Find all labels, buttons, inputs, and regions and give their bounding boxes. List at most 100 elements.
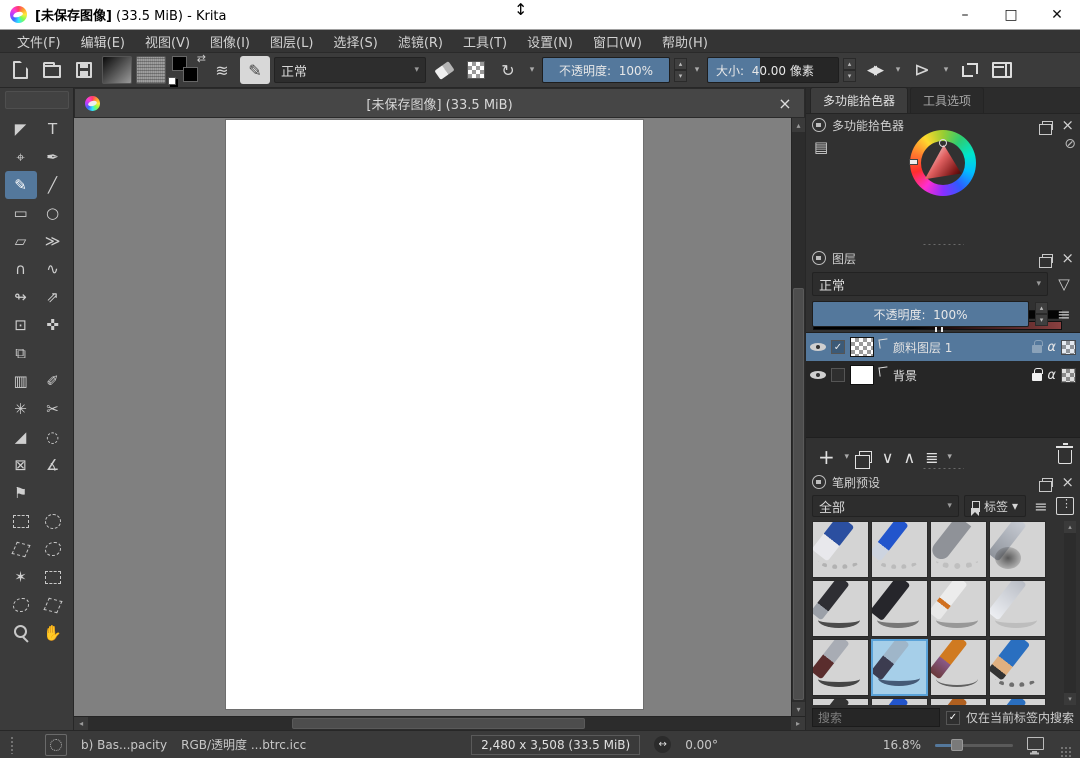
close-button[interactable]: ✕ bbox=[1034, 0, 1080, 29]
zoom-tool[interactable] bbox=[5, 619, 37, 647]
layer-row-background[interactable]: 背景 α bbox=[806, 361, 1080, 389]
ellipse-tool[interactable]: ○ bbox=[37, 199, 69, 227]
opacity-slider[interactable]: 不透明度: 100% bbox=[542, 57, 670, 83]
tab-advanced-color-selector[interactable]: 多功能拾色器 bbox=[810, 87, 908, 113]
spin-up-icon[interactable]: ▴ bbox=[674, 58, 687, 70]
add-layer-button[interactable]: + bbox=[814, 444, 839, 470]
presets-docker-header[interactable]: 笔刷预设 × bbox=[806, 471, 1080, 493]
layers-menu-icon[interactable]: ≡ bbox=[1054, 305, 1074, 324]
brush-preset-thumbnail[interactable] bbox=[989, 521, 1046, 578]
layer-checkbox[interactable]: ✓ bbox=[831, 340, 845, 354]
saturation-value-triangle[interactable] bbox=[924, 144, 962, 180]
spin-up-icon[interactable]: ▴ bbox=[843, 58, 856, 70]
layer-filter-icon[interactable]: ▽ bbox=[1054, 275, 1074, 293]
menu-item-layer[interactable]: 图层(L) bbox=[261, 30, 322, 53]
bezier-curve-tool[interactable]: ∩ bbox=[5, 255, 37, 283]
mirror-stroke-button[interactable]: ⊳ bbox=[908, 56, 936, 84]
polygon-select-tool[interactable] bbox=[5, 535, 37, 563]
layer-thumbnail[interactable] bbox=[850, 337, 874, 357]
image-dimensions[interactable]: 2,480 x 3,508 (33.5 MiB) bbox=[471, 735, 640, 755]
move-tool[interactable]: ✜ bbox=[37, 311, 69, 339]
canvas-viewport[interactable] bbox=[74, 118, 791, 716]
color-sampler-tool[interactable]: ✐ bbox=[37, 367, 69, 395]
duplicate-layer-button[interactable] bbox=[855, 444, 876, 470]
search-tag-checkbox[interactable]: ✓ bbox=[946, 711, 960, 725]
freehand-brush-tool[interactable]: ✎ bbox=[5, 171, 37, 199]
canvas-rotation-icon[interactable]: ↔ bbox=[654, 736, 671, 753]
gradient-tool[interactable]: ▥ bbox=[5, 367, 37, 395]
reload-dropdown-caret[interactable]: ▾ bbox=[526, 65, 538, 75]
pattern-edit-tool[interactable]: ✳ bbox=[5, 395, 37, 423]
opacity-dropdown-caret[interactable]: ▾ bbox=[691, 65, 703, 75]
brush-option-slider-button[interactable]: ≋ bbox=[208, 56, 236, 84]
layer-blending-dropdown[interactable]: 正常 ▾ bbox=[812, 272, 1048, 296]
visibility-eye-icon[interactable] bbox=[810, 368, 826, 382]
freehand-select-tool[interactable] bbox=[37, 535, 69, 563]
presets-menu-icon[interactable]: ≡ bbox=[1031, 497, 1051, 516]
layer-opacity-spinner[interactable]: ▴▾ bbox=[1035, 302, 1048, 326]
lock-icon[interactable] bbox=[1032, 373, 1042, 381]
scroll-up-button[interactable]: ▴ bbox=[1064, 521, 1076, 533]
horizontal-scrollbar-thumb[interactable] bbox=[292, 718, 585, 729]
layer-name[interactable]: 颜料图层 1 bbox=[893, 339, 1027, 356]
eraser-mode-button[interactable] bbox=[430, 56, 458, 84]
polygon-tool[interactable]: ▱ bbox=[5, 227, 37, 255]
vertical-scrollbar[interactable]: ▴ ▾ bbox=[791, 118, 805, 716]
menu-item-window[interactable]: 窗口(W) bbox=[584, 30, 651, 53]
line-tool[interactable]: ╱ bbox=[37, 171, 69, 199]
hue-ring[interactable] bbox=[910, 130, 976, 196]
inherit-alpha-icon[interactable] bbox=[1061, 340, 1076, 355]
visibility-eye-icon[interactable] bbox=[810, 340, 826, 354]
statusbar-grip[interactable] bbox=[10, 736, 15, 754]
menu-item-edit[interactable]: 编辑(E) bbox=[72, 30, 134, 53]
reference-images-tool[interactable]: ⚑ bbox=[5, 479, 37, 507]
spin-down-icon[interactable]: ▾ bbox=[1035, 314, 1048, 326]
brush-preset-thumbnail[interactable] bbox=[871, 521, 928, 578]
canvas-rotation-value[interactable]: 0.00° bbox=[685, 738, 718, 752]
transform-tool[interactable]: ⊡ bbox=[5, 311, 37, 339]
crop-tool[interactable]: ⧉ bbox=[5, 339, 37, 367]
selector-settings-icon[interactable]: ▤ bbox=[814, 138, 828, 156]
menu-item-tools[interactable]: 工具(T) bbox=[454, 30, 516, 53]
vertical-scrollbar-thumb[interactable] bbox=[793, 288, 804, 700]
brush-preset-thumbnail[interactable] bbox=[930, 639, 987, 696]
similar-color-select-tool[interactable] bbox=[37, 563, 69, 591]
brush-preset-thumbnail-selected[interactable] bbox=[871, 639, 928, 696]
move-layer-down-button[interactable]: ∨ bbox=[878, 444, 898, 470]
tab-tool-options[interactable]: 工具选项 bbox=[910, 87, 984, 113]
assistants-tool[interactable]: ⊠ bbox=[5, 451, 37, 479]
preset-filter-dropdown[interactable]: 全部 ▾ bbox=[812, 495, 959, 517]
minimize-button[interactable]: – bbox=[942, 0, 988, 29]
gamut-mask-off-icon[interactable]: ⊘ bbox=[1064, 136, 1076, 152]
brush-preset-thumbnail[interactable] bbox=[930, 521, 987, 578]
new-document-button[interactable] bbox=[6, 56, 34, 84]
alpha-lock-icon[interactable]: α bbox=[1047, 368, 1056, 383]
layer-checkbox[interactable] bbox=[831, 368, 845, 382]
measure-tool[interactable]: ∡ bbox=[37, 451, 69, 479]
reload-preset-button[interactable]: ↻ bbox=[494, 56, 522, 84]
ellipse-select-tool[interactable] bbox=[37, 507, 69, 535]
mirror-canvas-button[interactable]: ◀▶ bbox=[860, 56, 888, 84]
rect-select-tool[interactable] bbox=[5, 507, 37, 535]
multibrush-tool[interactable]: ⇗ bbox=[37, 283, 69, 311]
opacity-spinner[interactable]: ▴▾ bbox=[674, 58, 687, 82]
scroll-up-button[interactable]: ▴ bbox=[792, 118, 805, 132]
brush-preset-thumbnail[interactable] bbox=[989, 639, 1046, 696]
select-shapes-tool[interactable]: ◤ bbox=[5, 115, 37, 143]
scroll-down-button[interactable]: ▾ bbox=[1064, 693, 1076, 705]
brush-preset-thumbnail[interactable] bbox=[930, 580, 987, 637]
preserve-alpha-button[interactable] bbox=[462, 56, 490, 84]
gradient-chooser-button[interactable] bbox=[102, 56, 132, 84]
polyline-tool[interactable]: ≫ bbox=[37, 227, 69, 255]
contiguous-select-tool[interactable]: ✶ bbox=[5, 563, 37, 591]
brush-preset-thumbnail[interactable] bbox=[989, 580, 1046, 637]
close-docker-icon[interactable]: × bbox=[1061, 251, 1074, 266]
menu-item-filter[interactable]: 滤镜(R) bbox=[389, 30, 452, 53]
menu-item-file[interactable]: 文件(F) bbox=[8, 30, 70, 53]
brush-preset-thumbnail[interactable] bbox=[989, 698, 1046, 705]
lock-docker-icon[interactable] bbox=[812, 251, 826, 265]
save-button[interactable] bbox=[70, 56, 98, 84]
lock-docker-icon[interactable] bbox=[812, 475, 826, 489]
enclose-fill-tool[interactable]: ◌ bbox=[37, 423, 69, 451]
preset-search-input[interactable] bbox=[812, 708, 940, 727]
